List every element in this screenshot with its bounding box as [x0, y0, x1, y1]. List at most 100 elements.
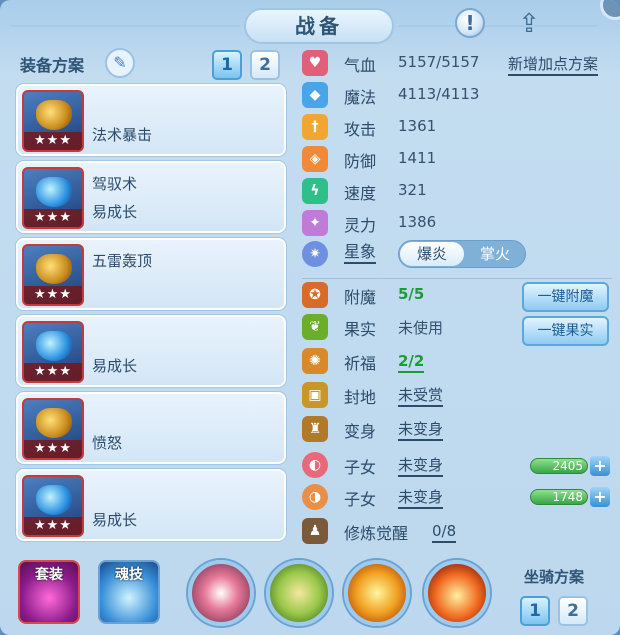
skill-orb-idol-icon[interactable]	[266, 560, 332, 626]
cultivation-value-link[interactable]: 0/8	[432, 521, 457, 543]
stat-value: 1386	[398, 213, 437, 231]
fief-value-link[interactable]: 未受赏	[398, 385, 444, 407]
armor-icon: ★★★	[22, 244, 84, 306]
header-divider-right	[398, 25, 598, 27]
extra-row-blessing: ✺ 祈福 2/2	[302, 348, 612, 376]
set-bonus-label: 套装	[35, 567, 63, 583]
slot-label-1: 驾驭术	[92, 175, 138, 193]
child-icon: ◐	[302, 452, 328, 478]
page-title: 战备	[244, 8, 394, 44]
star-rating: ★★★	[24, 209, 82, 227]
set-bonus-button[interactable]: 套装	[18, 560, 80, 624]
child-1-bar: 2405	[530, 458, 588, 474]
stat-value: 5157/5157	[398, 53, 480, 71]
skill-orb-fire-icon[interactable]	[344, 560, 410, 626]
mount-plan-2-button[interactable]: 2	[558, 596, 588, 626]
transform-value-link[interactable]: 未变身	[398, 419, 444, 441]
stat-row-speed: ϟ 速度 321	[302, 178, 612, 206]
mount-plan-1-button[interactable]: 1	[520, 596, 550, 626]
equipment-slot[interactable]: ★★★ 愤怒	[16, 392, 286, 464]
stat-value: 1361	[398, 117, 437, 135]
star-sign-link[interactable]: 星象	[344, 242, 377, 264]
star-rating: ★★★	[24, 440, 82, 458]
extra-label: 附魔	[344, 288, 377, 307]
child-1-add-button[interactable]: +	[590, 456, 610, 476]
slot-label-2: 愤怒	[92, 434, 123, 452]
info-button[interactable]: !	[455, 8, 485, 38]
slot-label-2: 法术暴击	[92, 126, 153, 144]
equipment-slot[interactable]: ★★★ 法术暴击	[16, 84, 286, 156]
slot-label-2: 易成长	[92, 357, 138, 375]
stat-value: 1411	[398, 149, 437, 167]
cultivation-icon: ♟	[302, 518, 328, 544]
star-option-1[interactable]: 爆炎	[400, 242, 464, 266]
heart-icon: ♥	[302, 50, 328, 76]
equipment-slot[interactable]: ★★★ 五雷轰顶	[16, 238, 286, 310]
equip-plan-2-button[interactable]: 2	[250, 50, 280, 80]
stat-label: 速度	[344, 184, 377, 203]
soul-skill-button[interactable]: 魂技	[98, 560, 160, 624]
child-2-bar: 1748	[530, 489, 588, 505]
section-divider	[302, 278, 612, 279]
close-button[interactable]	[600, 0, 620, 20]
equipment-slot[interactable]: ★★★ 易成长	[16, 315, 286, 387]
stat-label: 攻击	[344, 120, 377, 139]
boots-icon: ★★★	[22, 475, 84, 537]
skill-orb-spiral-icon[interactable]	[188, 560, 254, 626]
helmet-icon: ★★★	[22, 167, 84, 229]
slot-label-1: 五雷轰顶	[92, 252, 153, 270]
skill-orb-flame-icon[interactable]	[424, 560, 490, 626]
lightning-icon: ϟ	[302, 178, 328, 204]
one-click-enchant-button[interactable]: 一键附魔	[522, 282, 609, 312]
equip-plan-title: 装备方案	[20, 56, 85, 75]
stat-row-spirit: ✦ 灵力 1386	[302, 210, 612, 238]
stat-label: 灵力	[344, 216, 377, 235]
fief-icon: ▣	[302, 382, 328, 408]
extra-label: 封地	[344, 388, 377, 407]
child-1-value-link[interactable]: 未变身	[398, 455, 444, 477]
one-click-fruit-button[interactable]: 一键果实	[522, 316, 609, 346]
extra-row-transform: ♜ 变身 未变身	[302, 416, 612, 444]
stat-label: 防御	[344, 152, 377, 171]
mount-plan-title: 坐骑方案	[524, 568, 585, 586]
star-option-2[interactable]: 掌火	[465, 242, 525, 266]
fruit-icon: ❦	[302, 314, 328, 340]
stat-label: 魔法	[344, 88, 377, 107]
soul-skill-label: 魂技	[115, 567, 143, 583]
blessing-icon: ✺	[302, 348, 328, 374]
extra-label: 修炼觉醒	[344, 524, 409, 543]
share-button[interactable]: ⇪	[512, 10, 546, 38]
star-rating: ★★★	[24, 286, 82, 304]
slot-label-2: 易成长	[92, 203, 138, 221]
stat-value: 321	[398, 181, 427, 199]
star-rating: ★★★	[24, 517, 82, 535]
shield-icon: ◈	[302, 146, 328, 172]
star-sign-toggle[interactable]: 爆炎 掌火	[398, 240, 526, 268]
spirit-icon: ✦	[302, 210, 328, 236]
edit-plan-button[interactable]: ✎	[105, 48, 135, 78]
star-sign-icon: ✷	[302, 241, 328, 267]
equipment-slot[interactable]: ★★★ 驾驭术 易成长	[16, 161, 286, 233]
extra-label: 祈福	[344, 354, 377, 373]
extra-row-fief: ▣ 封地 未受赏	[302, 382, 612, 410]
mana-icon: ◆	[302, 82, 328, 108]
extra-value: 5/5	[398, 285, 425, 303]
equipment-slot[interactable]: ★★★ 易成长	[16, 469, 286, 541]
extra-row-cultivation: ♟ 修炼觉醒 0/8	[302, 518, 612, 546]
stat-row-mp: ◆ 魔法 4113/4113	[302, 82, 612, 110]
star-sign-row: ✷ 星象 爆炎 掌火	[302, 238, 612, 270]
child-icon: ◑	[302, 484, 328, 510]
extra-label: 子女	[344, 458, 377, 477]
stat-row-attack: † 攻击 1361	[302, 114, 612, 142]
child-2-value-link[interactable]: 未变身	[398, 487, 444, 509]
blessing-value-link[interactable]: 2/2	[398, 351, 425, 373]
stat-row-hp: ♥ 气血 5157/5157	[302, 50, 612, 78]
child-2-add-button[interactable]: +	[590, 487, 610, 507]
necklace-icon: ★★★	[22, 321, 84, 383]
belt-icon: ★★★	[22, 398, 84, 460]
star-rating: ★★★	[24, 132, 82, 150]
stat-label: 气血	[344, 56, 377, 75]
battle-prep-panel: 战备 ! ⇪ 装备方案 ✎ 1 2 ★★★ 法术暴击 ★★★ 驾驭术 易成长 ★…	[0, 0, 620, 635]
equip-plan-1-button[interactable]: 1	[212, 50, 242, 80]
extra-label: 子女	[344, 490, 377, 509]
